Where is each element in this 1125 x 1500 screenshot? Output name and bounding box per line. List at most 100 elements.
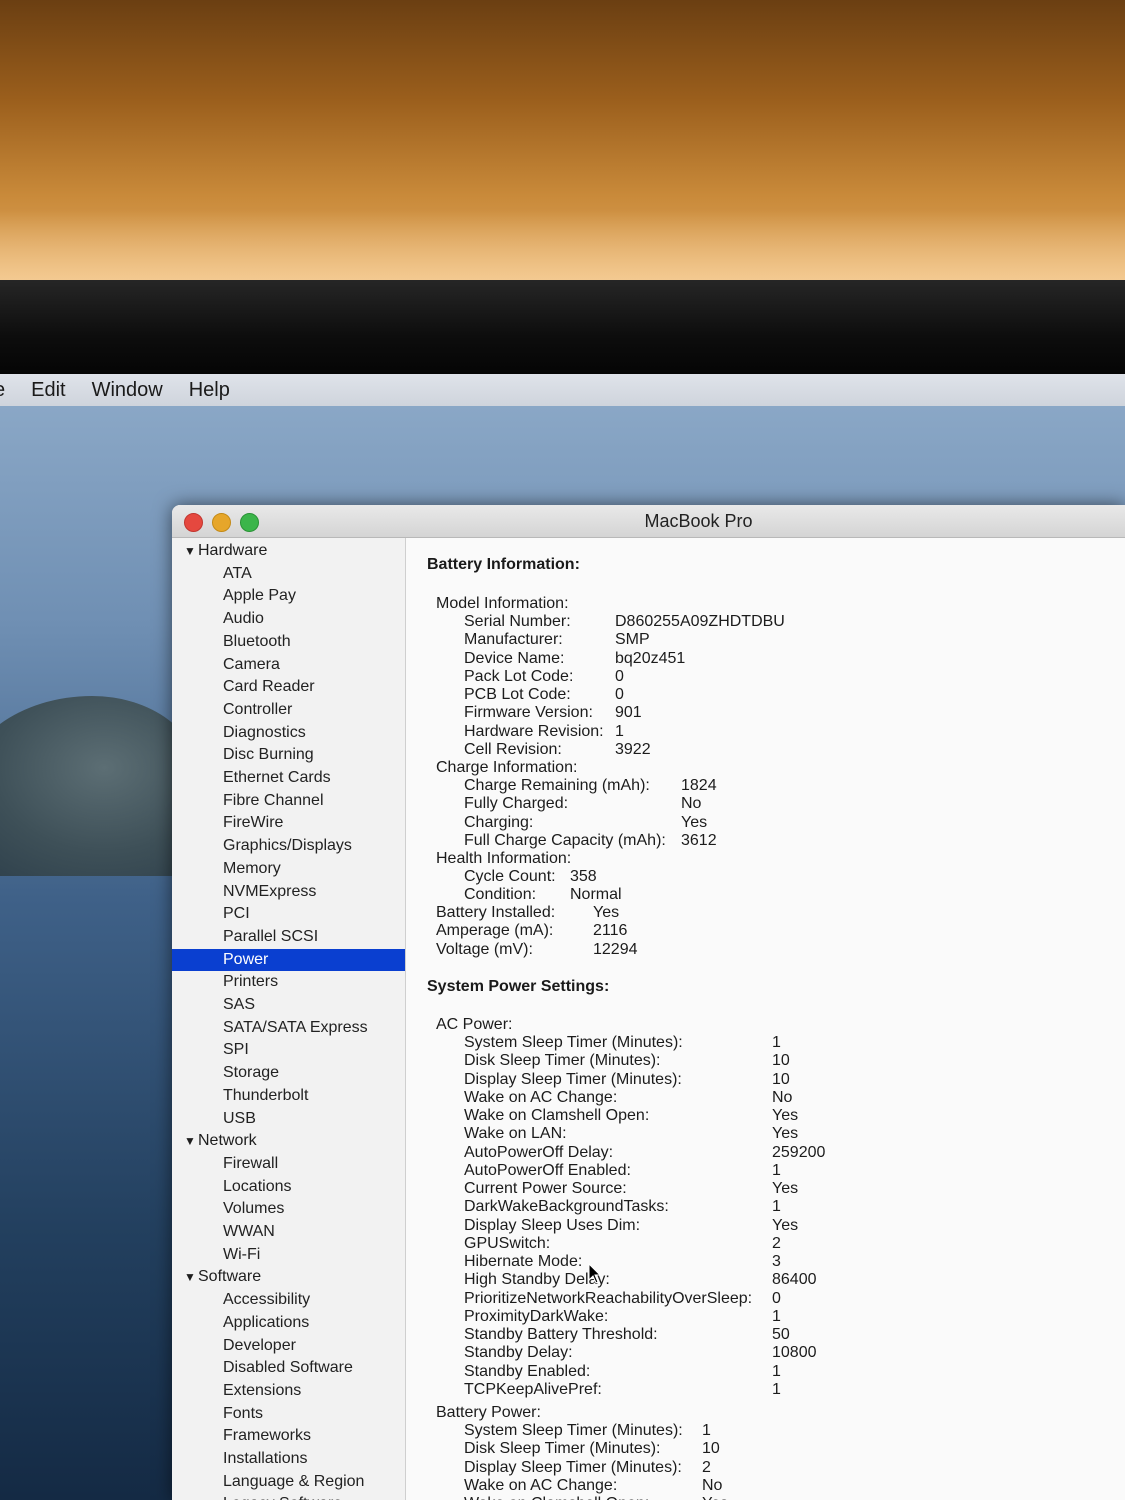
sidebar-item-bluetooth[interactable]: Bluetooth	[172, 631, 405, 653]
sidebar-item-firewire[interactable]: FireWire	[172, 812, 405, 834]
sidebar-category-network[interactable]: ▼ Network	[184, 1130, 257, 1152]
property-row: Display Sleep Timer (Minutes): 2	[464, 1459, 1064, 1477]
sidebar-item-sata-sata-express[interactable]: SATA/SATA Express	[172, 1017, 405, 1039]
sidebar-item-frameworks[interactable]: Frameworks	[172, 1425, 405, 1447]
sidebar-item-locations[interactable]: Locations	[172, 1176, 405, 1198]
property-key: AutoPowerOff Delay:	[464, 1143, 614, 1161]
property-value: 1	[772, 1198, 781, 1216]
property-key: Wake on AC Change:	[464, 1088, 618, 1106]
sidebar-item-printers[interactable]: Printers	[172, 971, 405, 993]
property-key: DarkWakeBackgroundTasks:	[464, 1198, 669, 1216]
sidebar-item-usb[interactable]: USB	[172, 1108, 405, 1130]
sidebar-item-wi-fi[interactable]: Wi-Fi	[172, 1244, 405, 1266]
sidebar-item-accessibility[interactable]: Accessibility	[172, 1289, 405, 1311]
sidebar-item-volumes[interactable]: Volumes	[172, 1198, 405, 1220]
sidebar-item-disc-burning[interactable]: Disc Burning	[172, 744, 405, 766]
sidebar-item-thunderbolt[interactable]: Thunderbolt	[172, 1085, 405, 1107]
sidebar-item-controller[interactable]: Controller	[172, 699, 405, 721]
menu-help[interactable]: Help	[189, 379, 230, 402]
property-value: Yes	[702, 1495, 728, 1500]
sidebar-item-language-region[interactable]: Language & Region	[172, 1471, 405, 1493]
property-value: Yes	[772, 1125, 799, 1143]
sidebar-item-applications[interactable]: Applications	[172, 1312, 405, 1334]
menu-edit[interactable]: Edit	[31, 379, 65, 402]
sidebar-item-memory[interactable]: Memory	[172, 858, 405, 880]
property-key: PrioritizeNetworkReachabilityOverSleep:	[464, 1289, 753, 1307]
sidebar-item-fonts[interactable]: Fonts	[172, 1403, 405, 1425]
property-row: PrioritizeNetworkReachabilityOverSleep: 0	[464, 1290, 1064, 1308]
sidebar-item-diagnostics[interactable]: Diagnostics	[172, 722, 405, 744]
property-row: Cycle Count: 358	[464, 868, 1064, 886]
property-key: Cell Revision:	[464, 740, 562, 758]
disclosure-triangle-icon[interactable]: ▼	[184, 1266, 198, 1288]
property-value: Yes	[681, 813, 708, 831]
sidebar-item-parallel-scsi[interactable]: Parallel SCSI	[172, 926, 405, 948]
sidebar-item-power[interactable]: Power	[172, 948, 405, 971]
property-key: Display Sleep Timer (Minutes):	[464, 1458, 682, 1476]
sidebar-item-fibre-channel[interactable]: Fibre Channel	[172, 790, 405, 812]
property-key: System Sleep Timer (Minutes):	[464, 1034, 683, 1051]
property-value: Normal	[570, 886, 622, 904]
sidebar-item-spi[interactable]: SPI	[172, 1039, 405, 1061]
health-information-label: Health Information:	[436, 850, 572, 867]
sidebar-item-storage[interactable]: Storage	[172, 1062, 405, 1084]
disclosure-triangle-icon[interactable]: ▼	[184, 540, 198, 562]
property-key: Disk Sleep Timer (Minutes):	[464, 1440, 661, 1458]
mouse-pointer-icon	[588, 1263, 602, 1284]
sidebar-item-wwan[interactable]: WWAN	[172, 1221, 405, 1243]
property-value: 1	[615, 722, 624, 740]
property-value: 1	[772, 1034, 781, 1051]
property-row: DarkWakeBackgroundTasks: 1	[464, 1198, 1064, 1216]
sidebar-item-developer[interactable]: Developer	[172, 1335, 405, 1357]
property-row: Voltage (mV): 12294	[436, 941, 1036, 959]
property-row: Amperage (mA): 2116	[436, 922, 1036, 940]
sidebar-item-legacy-software[interactable]: Legacy Software	[172, 1493, 405, 1500]
sidebar-item-apple-pay[interactable]: Apple Pay	[172, 585, 405, 607]
sidebar-item-card-reader[interactable]: Card Reader	[172, 676, 405, 698]
menu-window[interactable]: Window	[92, 379, 163, 402]
sidebar-item-ethernet-cards[interactable]: Ethernet Cards	[172, 767, 405, 789]
property-key: GPUSwitch:	[464, 1234, 551, 1252]
property-key: Hibernate Mode:	[464, 1253, 583, 1270]
property-row: Wake on AC Change: No	[464, 1089, 1064, 1107]
sidebar-item-nvmexpress[interactable]: NVMExpress	[172, 881, 405, 903]
property-value: 10	[772, 1070, 790, 1088]
charge-information-label: Charge Information:	[436, 759, 578, 776]
menu-file[interactable]: e	[0, 379, 5, 402]
property-row: Device Name: bq20z451	[464, 650, 1064, 668]
sidebar-category-software[interactable]: ▼ Software	[184, 1266, 261, 1288]
property-value: 2	[702, 1458, 711, 1476]
property-row: Wake on AC Change: No	[464, 1477, 1064, 1495]
sidebar-category-hardware[interactable]: ▼ Hardware	[184, 540, 267, 562]
property-value: 1	[772, 1307, 781, 1325]
title-bar[interactable]: MacBook Pro	[172, 505, 1125, 538]
property-row: Disk Sleep Timer (Minutes): 10	[464, 1052, 1064, 1070]
property-key: System Sleep Timer (Minutes):	[464, 1422, 683, 1439]
property-row: Wake on LAN: Yes	[464, 1125, 1064, 1143]
sidebar[interactable]: ▼ Hardware ATA Apple Pay Audio Bluetooth Camer…	[172, 538, 406, 1500]
ac-power-label: AC Power:	[436, 1016, 513, 1033]
disclosure-triangle-icon[interactable]: ▼	[184, 1130, 198, 1152]
sidebar-item-disabled-software[interactable]: Disabled Software	[172, 1357, 405, 1379]
property-row: Charge Remaining (mAh): 1824	[464, 777, 1064, 795]
property-row: Serial Number: D860255A09ZHDTDBU	[464, 613, 1064, 631]
sidebar-item-installations[interactable]: Installations	[172, 1448, 405, 1470]
property-row: Condition: Normal	[464, 886, 1064, 904]
property-key: Current Power Source:	[464, 1180, 627, 1197]
property-key: Wake on LAN:	[464, 1125, 567, 1143]
property-value: No	[702, 1476, 723, 1494]
property-key: Amperage (mA):	[436, 922, 554, 940]
sidebar-item-graphics-displays[interactable]: Graphics/Displays	[172, 835, 405, 857]
sidebar-item-audio[interactable]: Audio	[172, 608, 405, 630]
property-row: GPUSwitch: 2	[464, 1235, 1064, 1253]
sidebar-item-sas[interactable]: SAS	[172, 994, 405, 1016]
sidebar-item-ata[interactable]: ATA	[172, 563, 405, 585]
sidebar-item-camera[interactable]: Camera	[172, 654, 405, 676]
property-key: Voltage (mV):	[436, 940, 533, 958]
property-row: Disk Sleep Timer (Minutes): 10	[464, 1440, 1064, 1458]
sidebar-item-firewall[interactable]: Firewall	[172, 1153, 405, 1175]
property-row: TCPKeepAlivePref: 1	[464, 1381, 1064, 1399]
sidebar-item-extensions[interactable]: Extensions	[172, 1380, 405, 1402]
property-key: Display Sleep Timer (Minutes):	[464, 1070, 682, 1088]
sidebar-item-pci[interactable]: PCI	[172, 903, 405, 925]
